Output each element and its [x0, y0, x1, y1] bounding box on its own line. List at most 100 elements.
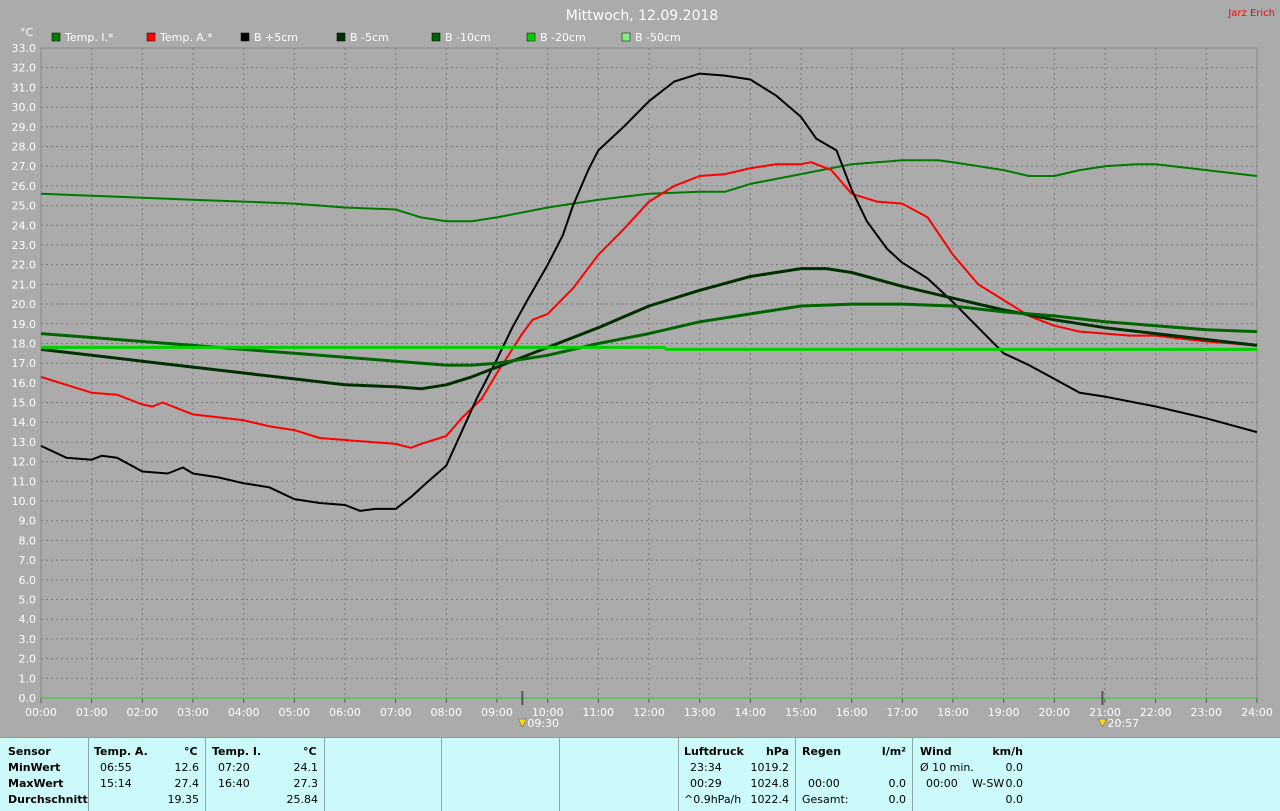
x-tick-label: 17:00 — [886, 706, 918, 719]
x-tick-label: 04:00 — [228, 706, 260, 719]
stats-wind-avg-label: Ø 10 min. — [920, 761, 974, 774]
stats-temp-i-unit: °C — [303, 745, 317, 758]
x-tick-label: 11:00 — [582, 706, 614, 719]
stats-wind-unit: km/h — [992, 745, 1023, 758]
stats-col-pressure: Luftdruck hPa 23:34 1019.2 00:29 1024.8 … — [679, 738, 796, 811]
legend-swatch — [336, 32, 346, 42]
legend-swatch — [526, 32, 536, 42]
stats-rain-unit: l/m² — [881, 745, 906, 758]
legend-label: B -10cm — [445, 31, 491, 44]
legend-label: Temp. A.* — [159, 31, 213, 44]
y-tick-label: 0.0 — [19, 692, 37, 705]
y-tick-label: 26.0 — [12, 180, 37, 193]
stats-sensor-header: Sensor — [8, 745, 51, 758]
stats-pressure-max-val: 1024.8 — [750, 777, 790, 790]
y-tick-label: 12.0 — [12, 456, 37, 469]
y-tick-label: 24.0 — [12, 219, 37, 232]
legend-swatch — [240, 32, 250, 42]
legend-label: Temp. I.* — [64, 31, 114, 44]
stats-col-empty-2 — [442, 738, 560, 811]
y-tick-label: 31.0 — [12, 81, 37, 94]
legend-swatch — [431, 32, 441, 42]
y-tick-label: 10.0 — [12, 495, 37, 508]
stats-temp-a-max-time: 15:14 — [100, 777, 132, 790]
stats-wind-max-time: 00:00 — [926, 777, 958, 790]
y-tick-label: 29.0 — [12, 121, 37, 134]
x-tick-label: 15:00 — [785, 706, 817, 719]
legend-swatch — [51, 32, 61, 42]
stats-wind-avg-val: 0.0 — [1005, 761, 1024, 774]
y-tick-label: 11.0 — [12, 475, 37, 488]
y-tick-label: 9.0 — [19, 515, 37, 528]
stats-pressure-unit: hPa — [765, 745, 789, 758]
y-tick-label: 33.0 — [12, 42, 37, 55]
y-tick-label: 3.0 — [19, 633, 37, 646]
stats-col-rain: Regen l/m² 00:00 0.0 Gesamt: 0.0 — [796, 738, 913, 811]
stats-rain-max-time: 00:00 — [808, 777, 840, 790]
stats-pressure-min-val: 1019.2 — [750, 761, 790, 774]
statistics-panel: Sensor MinWert MaxWert Durchschnitt Temp… — [0, 737, 1280, 811]
y-tick-label: 1.0 — [19, 672, 37, 685]
x-tick-label: 19:00 — [988, 706, 1020, 719]
legend-label: B -20cm — [540, 31, 586, 44]
stats-pressure-min-time: 23:34 — [690, 761, 722, 774]
stats-temp-a-min-time: 06:55 — [100, 761, 132, 774]
x-tick-label: 24:00 — [1241, 706, 1273, 719]
x-tick-label: 14:00 — [734, 706, 766, 719]
y-tick-label: 28.0 — [12, 140, 37, 153]
stats-rain-header: Regen — [802, 745, 842, 758]
grid — [40, 47, 1258, 699]
stats-wind-max-val: 0.0 — [1005, 777, 1024, 790]
stats-temp-a-min-val: 12.6 — [174, 761, 200, 774]
x-tick-label: 00:00 — [25, 706, 57, 719]
y-tick-label: 25.0 — [12, 200, 37, 213]
stats-temp-i-min-time: 07:20 — [218, 761, 250, 774]
y-tick-label: 27.0 — [12, 160, 37, 173]
stats-pressure-trend-val: 1022.4 — [750, 793, 790, 806]
x-tick-label: 12:00 — [633, 706, 665, 719]
y-tick-label: 30.0 — [12, 101, 37, 114]
stats-rain-total-label: Gesamt: — [802, 793, 849, 806]
y-tick-label: 4.0 — [19, 613, 37, 626]
x-tick-label: 09:00 — [481, 706, 513, 719]
y-tick-label: 19.0 — [12, 318, 37, 331]
sunrise-icon — [517, 718, 527, 728]
y-tick-label: 20.0 — [12, 298, 37, 311]
marker-label: 20:57 — [1107, 717, 1139, 730]
stats-wind-last-val: 0.0 — [1005, 793, 1024, 806]
x-tick-label: 13:00 — [684, 706, 716, 719]
stats-temp-a-unit: °C — [184, 745, 198, 758]
legend-swatch — [621, 32, 631, 42]
stats-temp-i-avg-val: 25.84 — [286, 793, 319, 806]
x-axis: 00:00 01:00 02:00 03:00 04:00 05:00 06:00 07:00… — [25, 697, 1273, 719]
stats-temp-i-max-val: 27.3 — [293, 777, 319, 790]
y-tick-label: 7.0 — [19, 554, 37, 567]
stats-temp-i-max-time: 16:40 — [218, 777, 250, 790]
x-tick-label: 06:00 — [329, 706, 361, 719]
stats-temp-a-avg-val: 19.35 — [167, 793, 200, 806]
stats-col-temp-a: Temp. A. °C 06:55 12.6 15:14 27.4 19.35 — [89, 738, 206, 811]
legend-label: B -50cm — [635, 31, 681, 44]
stats-rain-total-val: 0.0 — [888, 793, 907, 806]
legend-label: B +5cm — [254, 31, 298, 44]
y-tick-label: 18.0 — [12, 337, 37, 350]
stats-pressure-header: Luftdruck — [684, 745, 744, 758]
y-tick-label: 6.0 — [19, 574, 37, 587]
y-tick-label: 21.0 — [12, 278, 37, 291]
stats-temp-i-header: Temp. I. — [212, 745, 262, 758]
y-tick-label: 8.0 — [19, 534, 37, 547]
stats-rain-max-val: 0.0 — [888, 777, 907, 790]
stats-wind-max-dir: W-SW — [972, 777, 1005, 790]
y-tick-label: 2.0 — [19, 653, 37, 666]
y-tick-label: 22.0 — [12, 259, 37, 272]
x-tick-label: 05:00 — [278, 706, 310, 719]
stats-col-empty-1 — [325, 738, 442, 811]
marker-label: 09:30 — [527, 717, 559, 730]
legend: Temp. I.* Temp. A.* B +5cm B -5cm B -10cm B -… — [51, 31, 681, 44]
x-tick-label: 16:00 — [836, 706, 868, 719]
sunset-icon — [1098, 718, 1107, 728]
x-tick-label: 08:00 — [430, 706, 462, 719]
y-tick-label: 14.0 — [12, 416, 37, 429]
y-tick-label: 32.0 — [12, 62, 37, 75]
chart-title: Mittwoch, 12.09.2018 — [566, 8, 719, 24]
